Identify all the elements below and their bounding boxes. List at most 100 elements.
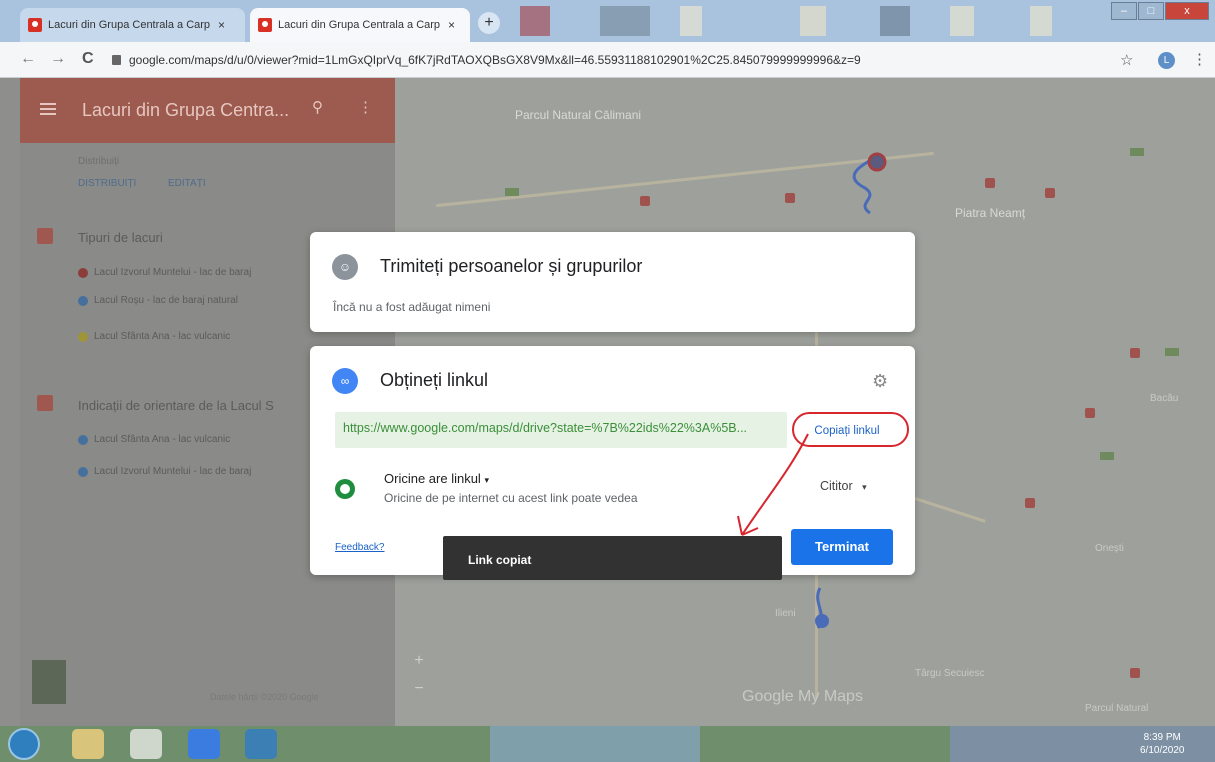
map-poi bbox=[1130, 348, 1140, 358]
zoom-icon[interactable] bbox=[188, 729, 220, 759]
tab-1[interactable]: Lacuri din Grupa Centrala a Carp × bbox=[20, 8, 245, 42]
hamburger-menu-icon[interactable] bbox=[40, 103, 56, 115]
layer-item-icon bbox=[78, 435, 88, 445]
forward-button[interactable]: → bbox=[50, 50, 66, 68]
google-my-maps-logo: Google My Maps bbox=[742, 688, 863, 705]
map-label-park-2: Parcul Natural bbox=[1085, 703, 1149, 714]
maps-favicon-icon bbox=[258, 18, 272, 32]
layer-item-icon bbox=[78, 268, 88, 278]
tab-2-close-icon[interactable]: × bbox=[448, 18, 455, 32]
map-road-sign bbox=[1165, 348, 1179, 356]
map-poi bbox=[1025, 498, 1035, 508]
map-road-sign bbox=[1100, 452, 1114, 460]
edge-icon[interactable] bbox=[245, 729, 277, 759]
maximize-button[interactable]: □ bbox=[1138, 2, 1164, 20]
link-icon: ∞ bbox=[332, 368, 358, 394]
search-icon[interactable]: ⚲ bbox=[312, 98, 323, 116]
zoom-in-button[interactable]: + bbox=[405, 652, 433, 680]
map-poi bbox=[785, 193, 795, 203]
share-people-status: Încă nu a fost adăugat nimeni bbox=[333, 300, 491, 314]
share-link[interactable]: DISTRIBUIȚI bbox=[78, 178, 136, 189]
annotation-arrow bbox=[737, 433, 809, 536]
profile-avatar[interactable]: L bbox=[1158, 52, 1175, 69]
map-label-village: Ilieni bbox=[775, 608, 796, 619]
map-poi bbox=[1085, 408, 1095, 418]
new-tab-button[interactable]: + bbox=[478, 12, 500, 34]
layer-2-item-2[interactable]: Lacul Izvorul Muntelui - lac de baraj bbox=[94, 466, 251, 477]
taskbar-clock[interactable]: 8:39 PM 6/10/2020 bbox=[1140, 731, 1185, 757]
add-person-icon: ☺ bbox=[332, 254, 358, 280]
tab-1-close-icon[interactable]: × bbox=[218, 18, 225, 32]
basemap-thumbnail[interactable] bbox=[32, 660, 66, 704]
role-dropdown[interactable]: Cititor ▾ bbox=[820, 479, 867, 493]
globe-icon bbox=[335, 479, 355, 499]
layer-1-item-3[interactable]: Lacul Sfânta Ana - lac vulcanic bbox=[94, 331, 230, 342]
edit-link[interactable]: EDITAȚI bbox=[168, 178, 206, 189]
window-controls: – □ x bbox=[1111, 2, 1209, 20]
chrome-icon[interactable] bbox=[130, 729, 162, 759]
maps-favicon-icon bbox=[28, 18, 42, 32]
get-link-title: Obțineți linkul bbox=[380, 370, 489, 390]
background-blur bbox=[520, 6, 550, 36]
map-poi bbox=[1045, 188, 1055, 198]
layer-item-icon bbox=[78, 296, 88, 306]
background-blur bbox=[680, 6, 702, 36]
map-poi bbox=[985, 178, 995, 188]
background-blur bbox=[880, 6, 910, 36]
panel-header: Lacuri din Grupa Centra... ⚲ ⋮ bbox=[20, 78, 395, 143]
feedback-link[interactable]: Feedback? bbox=[335, 542, 384, 553]
layer-2-item-1[interactable]: Lacul Sfânta Ana - lac vulcanic bbox=[94, 434, 230, 445]
bookmark-star-icon[interactable]: ☆ bbox=[1120, 51, 1133, 69]
layer-2-title: Indicații de orientare de la Lacul S bbox=[78, 398, 274, 413]
map-label-city: Piatra Neamț bbox=[955, 206, 1026, 220]
tab-1-label: Lacuri din Grupa Centrala a Carp bbox=[48, 19, 211, 31]
layer-1-title: Tipuri de lacuri bbox=[78, 230, 163, 245]
share-people-card: ☺ Trimiteți persoanelor și grupurilor În… bbox=[310, 232, 915, 332]
url-bar[interactable]: google.com/maps/d/u/0/viewer?mid=1LmGxQI… bbox=[112, 48, 1162, 72]
map-label-park: Parcul Natural Călimani bbox=[515, 108, 642, 122]
taskbar-open-window[interactable] bbox=[490, 726, 700, 762]
layer-2-checkbox[interactable] bbox=[37, 395, 53, 411]
browser-tab-strip: Lacuri din Grupa Centrala a Carp × Lacur… bbox=[0, 0, 1215, 42]
map-label-town-2: Onești bbox=[1095, 543, 1124, 554]
share-url-field[interactable]: https://www.google.com/maps/d/drive?stat… bbox=[335, 412, 787, 448]
layer-item-icon bbox=[78, 467, 88, 477]
tab-2-active[interactable]: Lacuri din Grupa Centrala a Carp × bbox=[250, 8, 470, 42]
link-access-dropdown[interactable]: Oricine are linkul ▾ bbox=[384, 471, 489, 486]
role-label: Cititor bbox=[820, 479, 853, 493]
caret-down-icon: ▾ bbox=[862, 482, 867, 492]
browser-menu-icon[interactable]: ⋮ bbox=[1192, 50, 1207, 68]
close-window-button[interactable]: x bbox=[1165, 2, 1209, 20]
panel-menu-icon[interactable]: ⋮ bbox=[358, 98, 373, 116]
zoom-out-button[interactable]: − bbox=[405, 680, 433, 708]
layer-1-item-2[interactable]: Lacul Roșu - lac de baraj natural bbox=[94, 295, 238, 306]
layer-item-icon bbox=[78, 332, 88, 342]
address-bar-row: ← → C google.com/maps/d/u/0/viewer?mid=1… bbox=[0, 42, 1215, 78]
settings-gear-icon[interactable]: ⚙ bbox=[872, 371, 888, 392]
map-label-town: Târgu Secuiesc bbox=[915, 668, 985, 679]
map-title: Lacuri din Grupa Centra... bbox=[82, 100, 290, 120]
zoom-controls: + − bbox=[405, 652, 433, 708]
map-data-attribution: Datele hărții ©2020 Google bbox=[210, 692, 319, 702]
back-button[interactable]: ← bbox=[20, 50, 36, 68]
windows-start-button[interactable] bbox=[8, 728, 40, 760]
background-blur bbox=[1030, 6, 1052, 36]
clock-time: 8:39 PM bbox=[1143, 732, 1181, 743]
background-blur bbox=[600, 6, 650, 36]
minimize-button[interactable]: – bbox=[1111, 2, 1137, 20]
url-text: google.com/maps/d/u/0/viewer?mid=1LmGxQI… bbox=[129, 53, 861, 67]
caret-down-icon: ▾ bbox=[484, 475, 489, 485]
reload-button[interactable]: C bbox=[82, 50, 94, 68]
file-explorer-icon[interactable] bbox=[72, 729, 104, 759]
map-route-line bbox=[852, 152, 887, 215]
share-people-title: Trimiteți persoanelor și grupurilor bbox=[380, 256, 643, 276]
map-road-sign bbox=[505, 188, 519, 196]
snackbar-toast: Link copiat bbox=[443, 536, 782, 580]
layer-1-checkbox[interactable] bbox=[37, 228, 53, 244]
layer-1-item-1[interactable]: Lacul Izvorul Muntelui - lac de baraj bbox=[94, 267, 251, 278]
panel-meta: Distribuiți bbox=[78, 156, 120, 167]
link-access-label: Oricine are linkul bbox=[384, 471, 481, 486]
map-poi bbox=[1130, 668, 1140, 678]
clock-date: 6/10/2020 bbox=[1140, 745, 1185, 756]
tab-2-label: Lacuri din Grupa Centrala a Carp bbox=[278, 19, 441, 31]
